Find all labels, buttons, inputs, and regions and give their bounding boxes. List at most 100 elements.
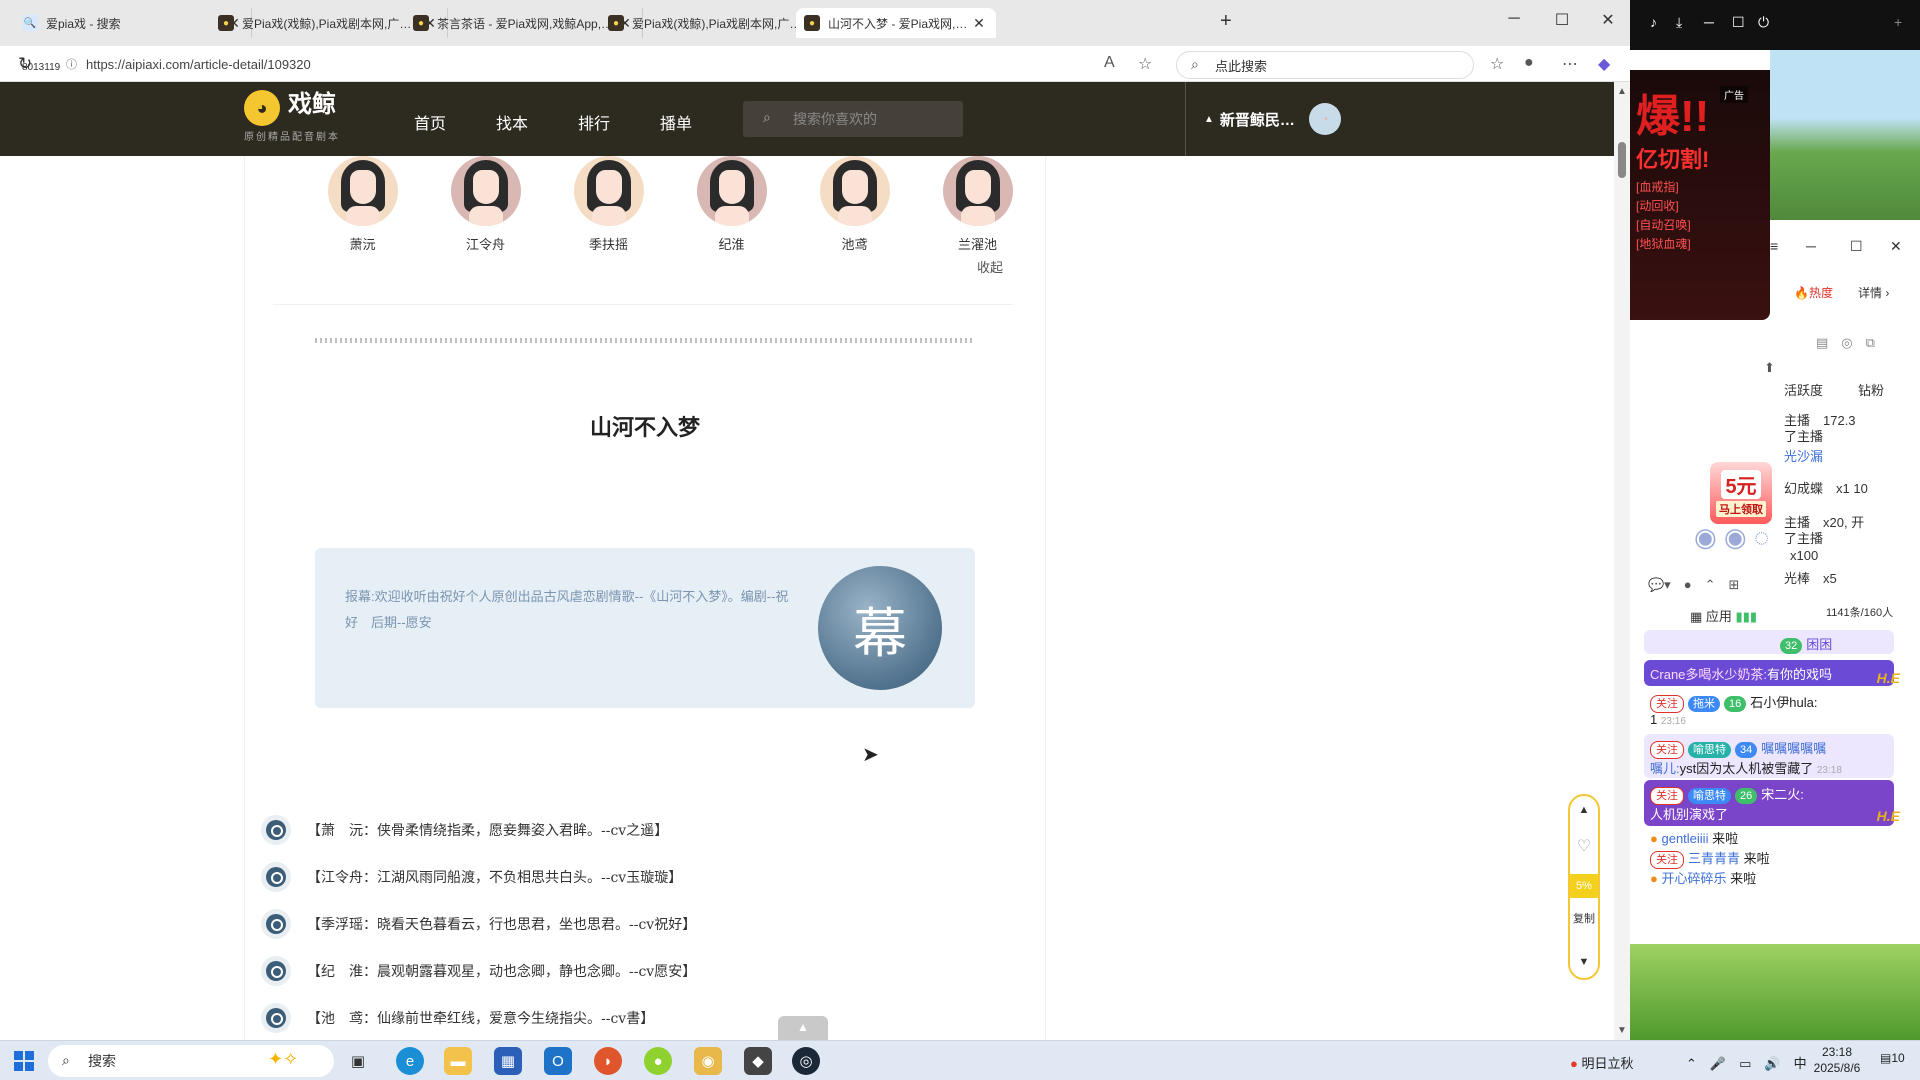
site-logo[interactable]: ◕ 戏鲸 原创精品配音剧本	[244, 90, 338, 143]
detail-link[interactable]: 详情 ›	[1858, 284, 1889, 301]
site-search-input[interactable]: ⌕ 搜索你喜欢的	[743, 101, 963, 137]
download-icon[interactable]: ⤓	[1676, 14, 1682, 31]
favorite-star-icon[interactable]: ☆	[1138, 54, 1152, 74]
audio-play-icon[interactable]	[261, 1002, 291, 1033]
collapse-button[interactable]: 收起	[977, 257, 1003, 276]
page-scrollbar[interactable]: ▲ ▼	[1614, 82, 1630, 1040]
file-explorer-icon[interactable]: ▬	[444, 1047, 472, 1075]
close-icon[interactable]: ✕	[1890, 238, 1902, 255]
browser-window: 🔍 爱pia戏 - 搜索 ✕ ● 爱Pia戏(戏鲸),Pia戏剧本网,广播剧 ✕…	[0, 0, 1630, 1040]
nav-home[interactable]: 首页	[414, 110, 446, 134]
chat-actions[interactable]: 💬▾ ● ⌃ ⊞	[1648, 574, 1739, 593]
role-item[interactable]: 兰濯池	[916, 156, 1039, 253]
nav-ranking[interactable]: 排行	[578, 110, 610, 134]
stream-top-bar: ♪ ⤓ ─ ☐ ⏻ +	[1630, 0, 1920, 50]
new-tab-button[interactable]: +	[1220, 10, 1232, 33]
gift-row: 了主播	[1784, 429, 1824, 444]
add-icon[interactable]: +	[1894, 14, 1902, 30]
nav-playlist[interactable]: 播单	[660, 110, 692, 134]
role-name: 江令舟	[465, 237, 505, 252]
streamer-avatars[interactable]: ◉ ◉ ◌	[1694, 522, 1769, 553]
audio-play-icon[interactable]	[261, 814, 291, 845]
gift-row: 光棒 x5	[1784, 571, 1837, 586]
line-text: 【萧 沅：侠骨柔情绕指柔，愿妾舞姿入君眸。--cv之遥】	[307, 822, 669, 839]
close-window-button[interactable]: ✕	[1588, 10, 1628, 30]
scroll-up-icon[interactable]: ▲	[1617, 86, 1627, 97]
menu-icon[interactable]: ≡	[1770, 238, 1778, 254]
tray-icons[interactable]: ⌃ 🎤 ▭ 🔊 中	[1686, 1053, 1807, 1072]
chat-line: ● gentleiiii 来啦	[1650, 831, 1739, 846]
chat-highlight	[1644, 630, 1894, 654]
apps-label[interactable]: ▦ 应用 ▮▮▮	[1690, 606, 1757, 625]
line-text: 【纪 淮：晨观朝露暮观星，动也念卿，静也念卿。--cv愿安】	[307, 963, 697, 980]
windows-start-icon[interactable]	[14, 1051, 34, 1071]
tab-title: 爱Pia戏(戏鲸),Pia戏剧本网,广播剧	[242, 16, 421, 31]
scroll-down-icon[interactable]: ▼	[1570, 956, 1598, 968]
whale-icon: ●	[804, 15, 820, 31]
url-field[interactable]: ⓘ https://aipiaxi.com/article-detail/109…	[56, 51, 1166, 77]
taskbar-search[interactable]: ⌕ 搜索 ✦✧	[48, 1045, 334, 1077]
power-icon[interactable]: ⏻	[1758, 14, 1769, 31]
whale-mascot-icon: ◕	[244, 90, 280, 126]
read-aloud-icon[interactable]: A	[1104, 54, 1115, 72]
maximize-icon[interactable]: ☐	[1732, 14, 1745, 31]
close-icon[interactable]: ✕	[970, 15, 988, 32]
ad-tag[interactable]: 广告	[1720, 86, 1748, 103]
minimize-icon[interactable]: ─	[1806, 238, 1816, 254]
more-menu-icon[interactable]: ⋯	[1562, 54, 1578, 74]
stream-info-bar	[1770, 280, 1920, 326]
avatar[interactable]: ◔	[1308, 103, 1341, 135]
scroll-up-icon[interactable]: ▲	[1570, 804, 1598, 816]
toolbar-icons[interactable]: ▤ ◎ ⧉	[1816, 332, 1875, 351]
seal-char: 幕	[853, 601, 907, 665]
store-icon[interactable]: ▦	[494, 1047, 522, 1075]
role-item[interactable]: 池鸢	[793, 156, 916, 253]
pin-icon[interactable]: ⬆	[1764, 360, 1775, 376]
ad-banner[interactable]: 爆!! 广告 亿切割! [血戒指] [动回收] [自动召唤] [地狱血魂]	[1630, 70, 1770, 320]
scrollbar-thumb[interactable]	[1618, 142, 1626, 178]
heart-icon[interactable]: ♡	[1570, 836, 1598, 856]
clock[interactable]: 23:18 2025/8/6	[1802, 1044, 1872, 1076]
app-icon[interactable]: ◆	[744, 1047, 772, 1075]
scroll-down-icon[interactable]: ▼	[1617, 1025, 1627, 1036]
ad-line: [血戒指]	[1636, 180, 1679, 194]
chat-line: 嘱儿:yst因为太人机被雪藏了 23:18	[1650, 761, 1842, 776]
coupon-button[interactable]: 5元 马上领取	[1710, 462, 1772, 524]
role-item[interactable]: 江令舟	[424, 156, 547, 253]
role-item[interactable]: 季扶摇	[547, 156, 670, 253]
audio-icon[interactable]: ♪	[1650, 14, 1657, 30]
favorites-icon[interactable]: ☆	[1490, 54, 1504, 74]
profile-icon[interactable]: ●	[1524, 54, 1534, 72]
audio-play-icon[interactable]	[261, 908, 291, 939]
reading-progress: 5%	[1570, 874, 1598, 898]
tab-shanhe-active[interactable]: ● 山河不入梦 - 爱Pia戏网,戏鲸App, ✕	[796, 8, 996, 38]
maximize-button[interactable]: ☐	[1542, 10, 1582, 30]
role-item[interactable]: 纪淮	[670, 156, 793, 253]
line-text: 【池 鸢：仙缘前世牵红线，爱意今生绕指尖。--cv書】	[307, 1010, 655, 1027]
steam-icon[interactable]: ◎	[792, 1047, 820, 1075]
copy-button[interactable]: 复制	[1570, 910, 1598, 926]
weather-widget[interactable]: ● 明日立秋	[1570, 1053, 1634, 1072]
expand-up-button[interactable]: ▲	[778, 1016, 828, 1040]
app-icon[interactable]: ●	[644, 1047, 672, 1075]
intro-play-button[interactable]: 幕	[818, 566, 942, 690]
browser-search-input[interactable]: ⌕ 点此搜索	[1176, 51, 1474, 79]
edge-browser-icon[interactable]: e	[396, 1047, 424, 1075]
notification-icon[interactable]: ▤10	[1880, 1051, 1905, 1065]
outlook-icon[interactable]: O	[544, 1047, 572, 1075]
app-icon[interactable]: ◗	[594, 1047, 622, 1075]
maximize-icon[interactable]: ☐	[1850, 238, 1863, 255]
app-icon[interactable]: ◉	[694, 1047, 722, 1075]
task-view-icon[interactable]: ▣	[344, 1047, 372, 1075]
audio-play-icon[interactable]	[261, 861, 291, 892]
user-menu[interactable]: ▲ 新晋鲸民… ◔	[1185, 82, 1341, 156]
copilot-icon[interactable]: ◆	[1598, 54, 1610, 74]
minimize-icon[interactable]: ─	[1704, 14, 1714, 30]
intro-text: 报幕:欢迎收听由祝好个人原创出品古风虐恋剧情歌--《山河不入梦》。编剧--祝好 …	[345, 589, 789, 630]
role-name: 兰濯池	[957, 237, 997, 252]
minimize-button[interactable]: ─	[1494, 10, 1534, 28]
nav-find-script[interactable]: 找本	[496, 110, 528, 134]
role-item[interactable]: 萧沅	[301, 156, 424, 253]
audio-play-icon[interactable]	[261, 955, 291, 986]
intro-card: 报幕:欢迎收听由祝好个人原创出品古风虐恋剧情歌--《山河不入梦》。编剧--祝好 …	[315, 548, 975, 708]
